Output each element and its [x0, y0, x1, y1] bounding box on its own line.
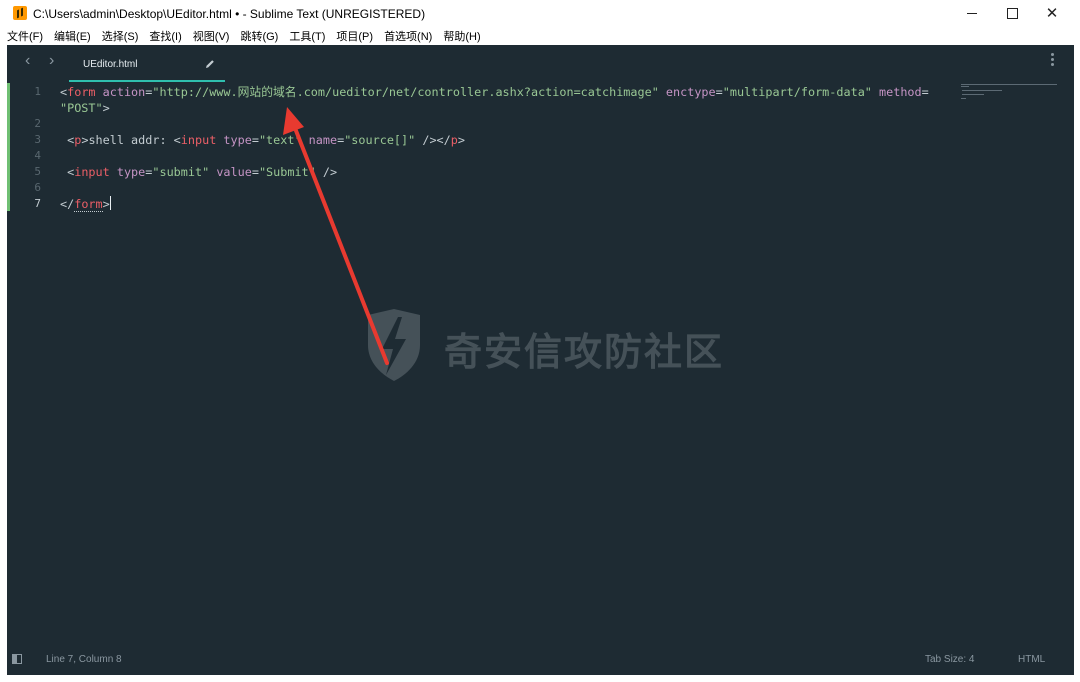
tab-label: UEditor.html [83, 59, 138, 70]
code-line: 1 <form action="http://www.网站的域名.com/ued… [7, 84, 957, 100]
code-line-current: 7 </form> [7, 196, 957, 212]
line-number: 4 [34, 149, 41, 162]
menu-preferences[interactable]: 首选项(N) [384, 28, 432, 44]
line-number: 7 [34, 197, 41, 210]
code-line: 6 [7, 180, 957, 196]
menu-project[interactable]: 项目(P) [336, 28, 373, 44]
minimize-button[interactable] [952, 0, 992, 27]
window-title: C:\Users\admin\Desktop\UEditor.html • - … [33, 7, 426, 21]
menu-view[interactable]: 视图(V) [193, 28, 230, 44]
minimize-icon [967, 13, 977, 14]
maximize-button[interactable] [992, 0, 1032, 27]
code-line-wrap: "POST"> [7, 100, 957, 116]
chevron-left-icon[interactable]: ‹ [25, 52, 30, 70]
menu-bar: 文件(F) 编辑(E) 选择(S) 查找(I) 视图(V) 跳转(G) 工具(T… [0, 27, 1080, 45]
menu-file[interactable]: 文件(F) [7, 28, 43, 44]
pencil-icon[interactable] [204, 58, 216, 70]
menu-edit[interactable]: 编辑(E) [54, 28, 91, 44]
line-number: 6 [34, 181, 41, 194]
line-number: 5 [34, 165, 41, 178]
line-text: </form> [60, 196, 111, 212]
tab-ueditor-html[interactable]: UEditor.html [69, 49, 227, 82]
text-cursor [109, 196, 111, 210]
line-text: <form action="http://www.网站的域名.com/uedit… [60, 85, 929, 99]
menu-selection[interactable]: 选择(S) [102, 28, 139, 44]
line-text: "POST"> [60, 101, 110, 115]
sidebar-toggle-icon[interactable] [12, 654, 22, 664]
minimap[interactable] [961, 83, 1061, 113]
code-line: 2 [7, 116, 957, 132]
active-tab-indicator [69, 80, 225, 82]
menu-goto[interactable]: 跳转(G) [240, 28, 278, 44]
watermark-text: 奇安信攻防社区 [444, 330, 725, 374]
watermark: 奇安信攻防社区 [362, 307, 742, 387]
code-line: 4 [7, 148, 957, 164]
maximize-icon [1006, 8, 1018, 19]
status-bar: Line 7, Column 8 Tab Size: 4 HTML [7, 645, 1074, 675]
tab-bar: ‹ › UEditor.html [7, 45, 1074, 83]
menu-tools[interactable]: 工具(T) [289, 28, 325, 44]
shield-lightning-icon [368, 309, 420, 381]
tab-size-selector[interactable]: Tab Size: 4 [925, 654, 974, 665]
close-button[interactable]: ✕ [1032, 0, 1072, 27]
more-options-icon[interactable] [1051, 53, 1055, 68]
line-number: 3 [34, 133, 41, 146]
close-icon: ✕ [1045, 5, 1059, 22]
code-line: 5 <input type="submit" value="Submit" /> [7, 164, 957, 180]
sublime-text-app-icon [13, 6, 27, 20]
line-text: <p>shell addr: <input type="text" name="… [67, 133, 465, 147]
menu-find[interactable]: 查找(I) [149, 28, 181, 44]
code-line: 3 <p>shell addr: <input type="text" name… [7, 132, 957, 148]
cursor-position: Line 7, Column 8 [46, 654, 122, 665]
line-number: 1 [34, 85, 41, 98]
menu-help[interactable]: 帮助(H) [443, 28, 480, 44]
title-bar: C:\Users\admin\Desktop\UEditor.html • - … [0, 0, 1080, 27]
chevron-right-icon[interactable]: › [49, 52, 54, 70]
line-number: 2 [34, 117, 41, 130]
editor-window: ‹ › UEditor.html 1 <form action="http://… [7, 45, 1074, 675]
syntax-selector[interactable]: HTML [1018, 654, 1045, 665]
line-text: <input type="submit" value="Submit" /> [67, 165, 338, 179]
